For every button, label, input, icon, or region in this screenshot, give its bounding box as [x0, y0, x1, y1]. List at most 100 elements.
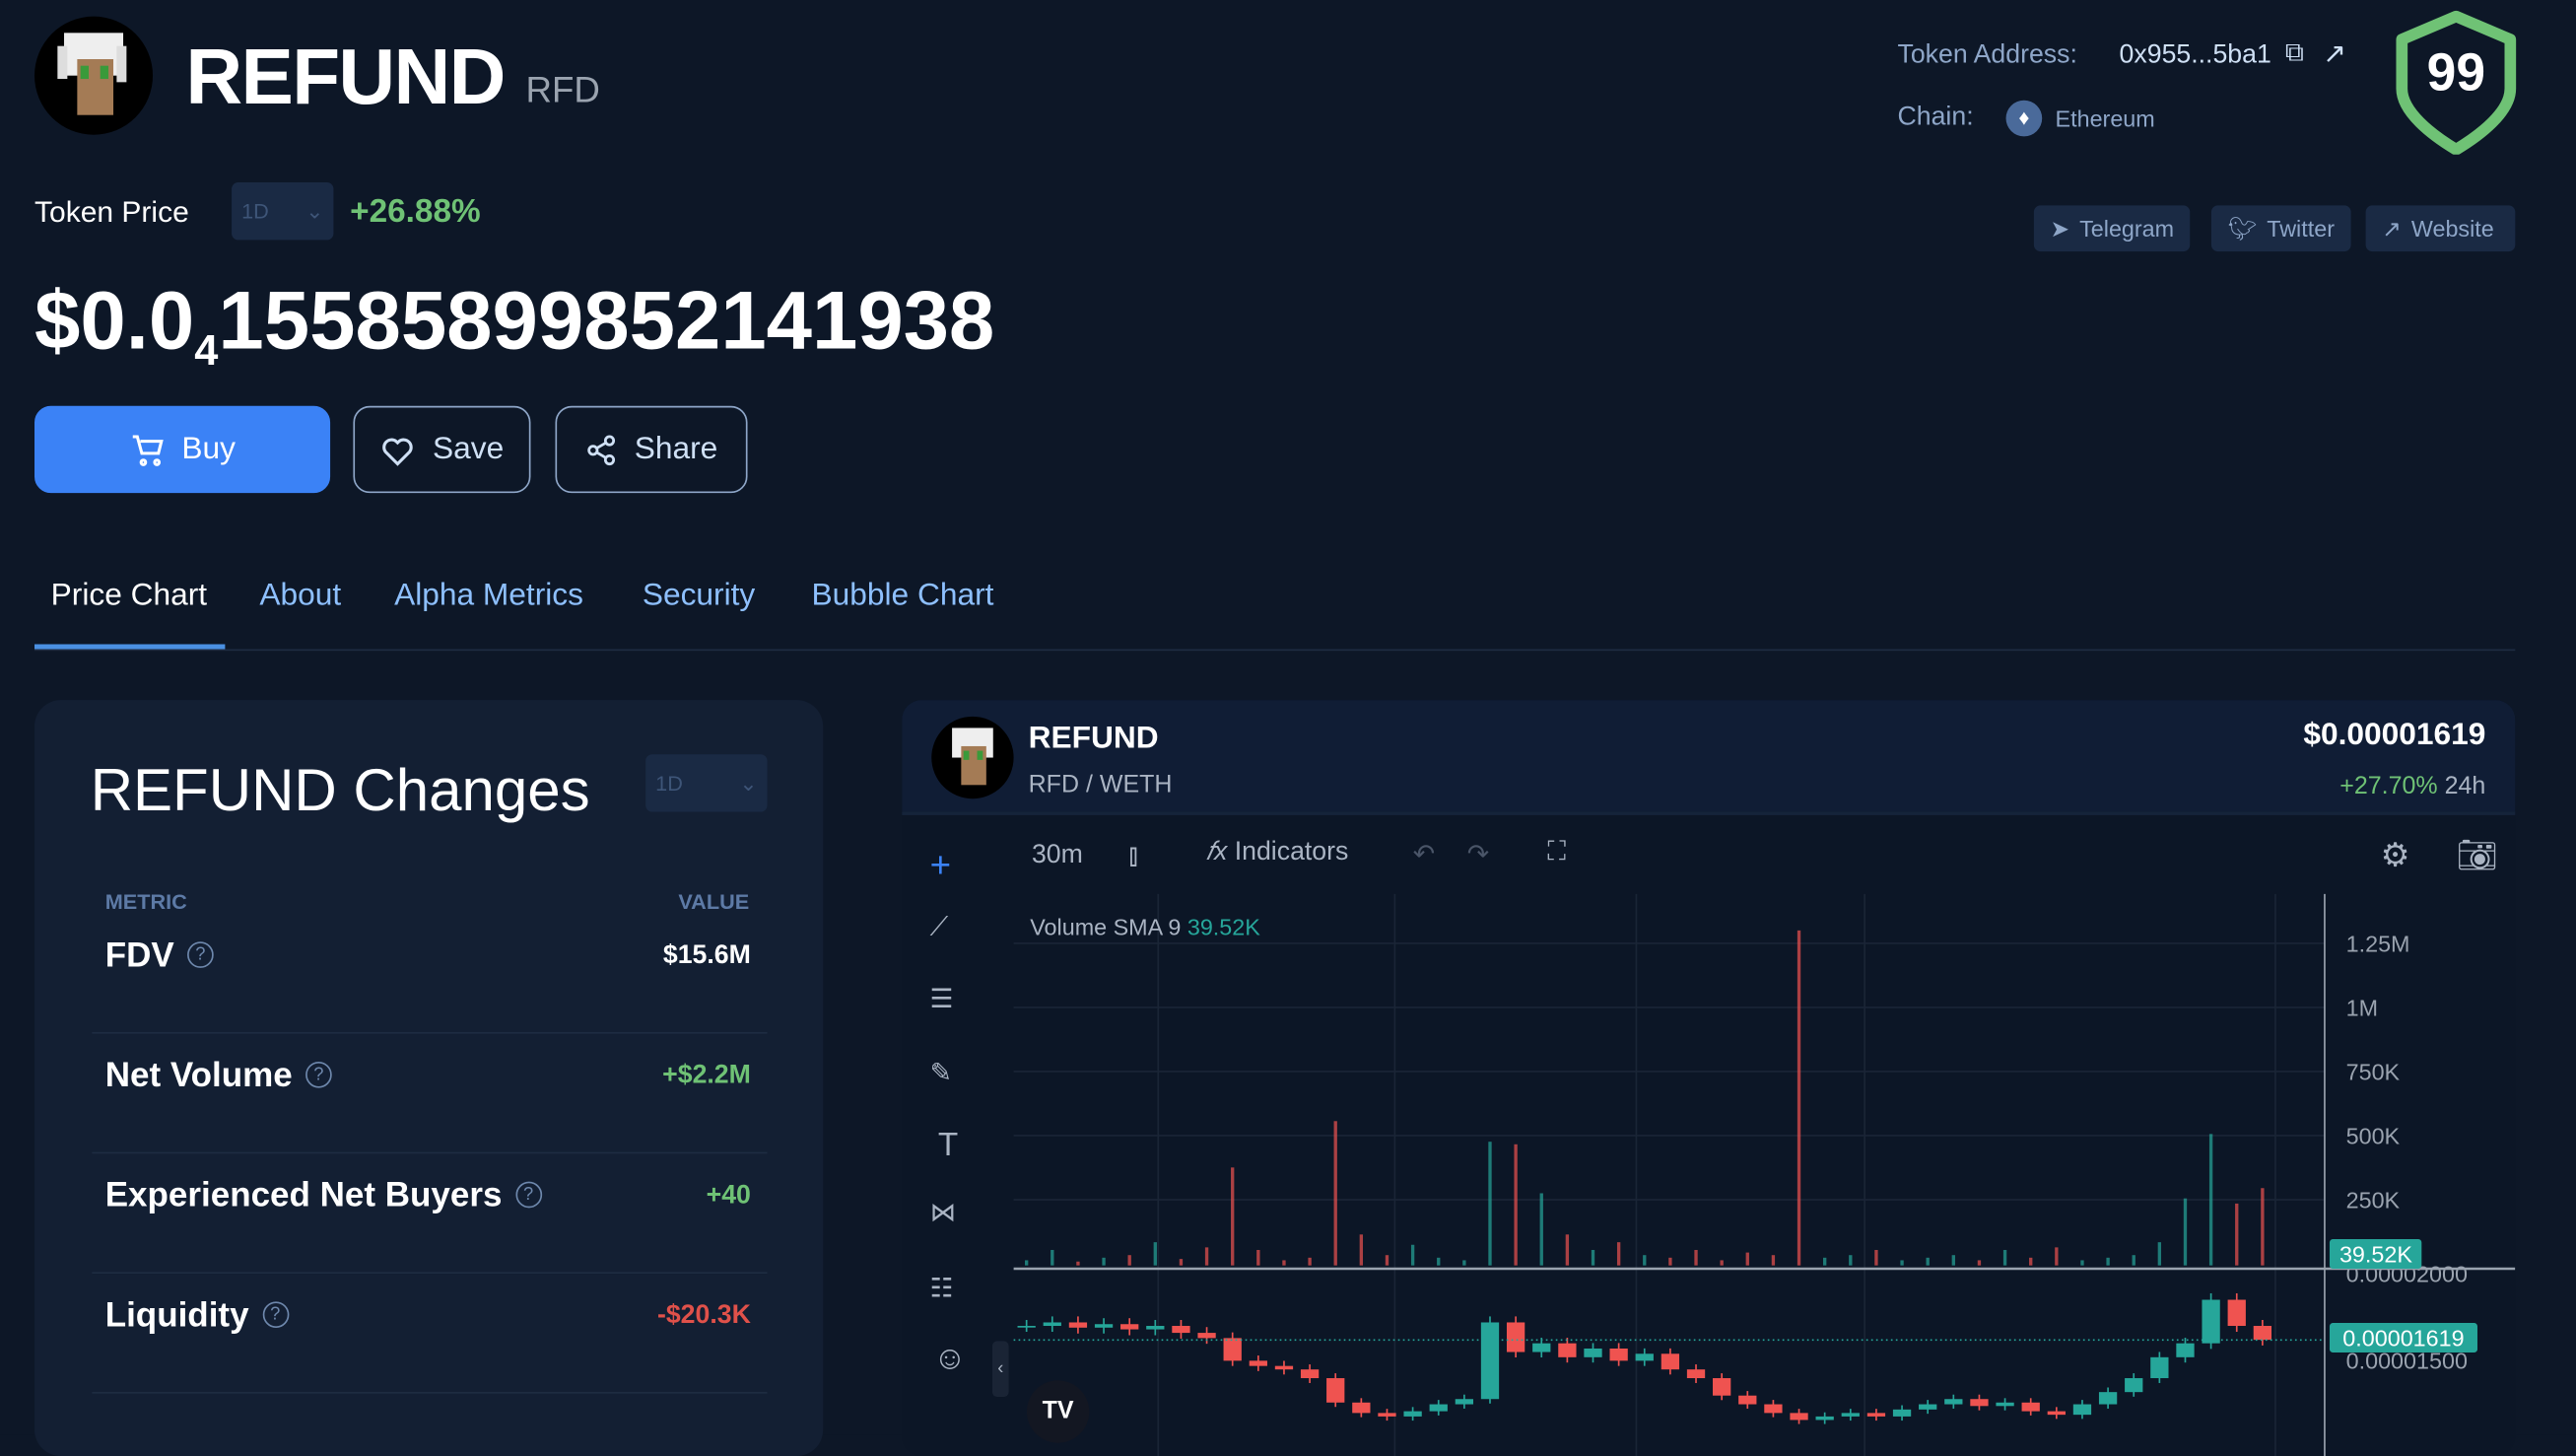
metric-name: Liquidity [104, 1296, 249, 1335]
help-icon[interactable]: ? [305, 1061, 332, 1088]
metric-value: -$20.3K [656, 1301, 751, 1330]
candle [1068, 1322, 1088, 1328]
chevron-down-icon: ⌄ [305, 197, 324, 223]
candle [1919, 1404, 1937, 1410]
candle [1635, 1353, 1654, 1361]
price-digits: 155858998521419 38 [218, 274, 995, 367]
volume-sma-tag: 39.52K [2329, 1238, 2422, 1270]
candle [1043, 1322, 1061, 1327]
volume-bar [1051, 1249, 1054, 1266]
ethereum-icon: ♦ [2005, 100, 2043, 137]
tab-about[interactable]: About [259, 579, 341, 615]
buy-button[interactable]: Buy [34, 405, 331, 494]
candle [2072, 1404, 2092, 1416]
telegram-label: Telegram [2079, 215, 2175, 243]
volume-bar [1410, 1244, 1415, 1266]
changes-period-select[interactable]: 1D ⌄ [645, 754, 768, 812]
volume-bar [1102, 1257, 1106, 1266]
candle [1944, 1399, 1963, 1405]
candle [1017, 1326, 1036, 1328]
price-change: +26.88% [350, 193, 481, 231]
tab-price-chart[interactable]: Price Chart [51, 579, 207, 615]
share-button[interactable]: Share [555, 405, 748, 494]
website-link[interactable]: ↗ Website [2365, 205, 2516, 252]
token-address: 0x955...5ba1 [2119, 40, 2271, 70]
metric-name: Experienced Net Buyers [104, 1176, 503, 1214]
twitter-label: Twitter [2267, 215, 2335, 243]
candle [2021, 1402, 2040, 1412]
volume-bar [2183, 1198, 2188, 1266]
tabs-divider [34, 649, 2516, 652]
volume-bar [1616, 1242, 1621, 1266]
price-chart-card: REFUND RFD / WETH $0.00001619 +27.70% 24… [902, 700, 2516, 1456]
candle [1326, 1378, 1345, 1403]
value-header: VALUE [678, 888, 750, 914]
price-period-select[interactable]: 1D ⌄ [232, 182, 334, 241]
tab-bubble-chart[interactable]: Bubble Chart [812, 579, 994, 615]
candle [1713, 1378, 1731, 1396]
volume-bar [1668, 1257, 1672, 1266]
metric-header: METRIC [104, 888, 187, 914]
candle [1223, 1338, 1242, 1361]
token-avatar [34, 16, 154, 135]
twitter-icon: 🐦︎ [2227, 214, 2258, 242]
candle [1146, 1326, 1165, 1330]
metric-value: +40 [706, 1181, 751, 1210]
metric-row-liquidity: Liquidity? -$20.3K [92, 1274, 768, 1394]
volume-tick: 250K [2345, 1186, 2401, 1213]
volume-bar [2055, 1247, 2059, 1266]
volume-bar [1127, 1255, 1131, 1266]
tab-security[interactable]: Security [643, 579, 755, 615]
security-score: 99 [2426, 42, 2485, 103]
cart-icon [132, 434, 164, 465]
volume-bar [1643, 1255, 1647, 1266]
volume-bar [1745, 1252, 1749, 1266]
metric-row-experienced-net-buyers: Experienced Net Buyers? +40 [92, 1153, 768, 1275]
volume-bar [2157, 1242, 2162, 1266]
period-value: 1D [241, 198, 269, 224]
help-icon[interactable]: ? [261, 1301, 289, 1329]
candle [1094, 1324, 1114, 1328]
tab-alpha-metrics[interactable]: Alpha Metrics [394, 579, 583, 615]
token-price-label: Token Price [34, 195, 189, 229]
share-icon [587, 434, 616, 465]
candle [1403, 1411, 1422, 1417]
volume-bar [1874, 1249, 1878, 1266]
volume-bar [2080, 1260, 2084, 1266]
candle [1892, 1409, 1912, 1417]
twitter-link[interactable]: 🐦︎ Twitter [2210, 205, 2351, 252]
volume-bar [1462, 1260, 1466, 1266]
candle [1455, 1399, 1474, 1405]
security-score-badge: 99 [2396, 10, 2517, 156]
token-address-label: Token Address: [1897, 40, 2077, 70]
help-icon[interactable]: ? [514, 1181, 542, 1209]
volume-bar [1024, 1260, 1029, 1266]
candle [2150, 1356, 2169, 1379]
chain-name: Ethereum [2055, 104, 2155, 132]
candle [1429, 1404, 1448, 1412]
telegram-link[interactable]: ➤ Telegram [2033, 205, 2191, 252]
copy-icon[interactable]: ⧉ [2285, 39, 2304, 69]
volume-bar [1796, 930, 1801, 1266]
candle [1686, 1369, 1706, 1379]
volume-bar [1282, 1260, 1286, 1266]
volume-bar [2002, 1249, 2007, 1266]
volume-bar [1179, 1259, 1184, 1266]
volume-tick: 1.25M [2345, 930, 2410, 957]
volume-bar [2208, 1134, 2213, 1266]
metric-name: Net Volume [104, 1056, 293, 1095]
volume-bar [2132, 1255, 2135, 1266]
help-icon[interactable]: ? [187, 941, 214, 968]
volume-bar [1231, 1167, 1235, 1266]
save-label: Save [433, 431, 505, 466]
save-button[interactable]: Save [353, 405, 531, 494]
price-volume-chart[interactable] [902, 700, 2516, 1456]
candle [1532, 1343, 1551, 1352]
volume-bar [1823, 1257, 1827, 1266]
volume-tick: 500K [2345, 1122, 2401, 1149]
volume-bar [1385, 1255, 1390, 1266]
external-link-icon[interactable]: ↗ [2323, 37, 2346, 70]
candle [2047, 1411, 2066, 1416]
volume-legend: Volume SMA 9 39.52K [1030, 914, 1260, 940]
volume-bar [1514, 1144, 1518, 1266]
